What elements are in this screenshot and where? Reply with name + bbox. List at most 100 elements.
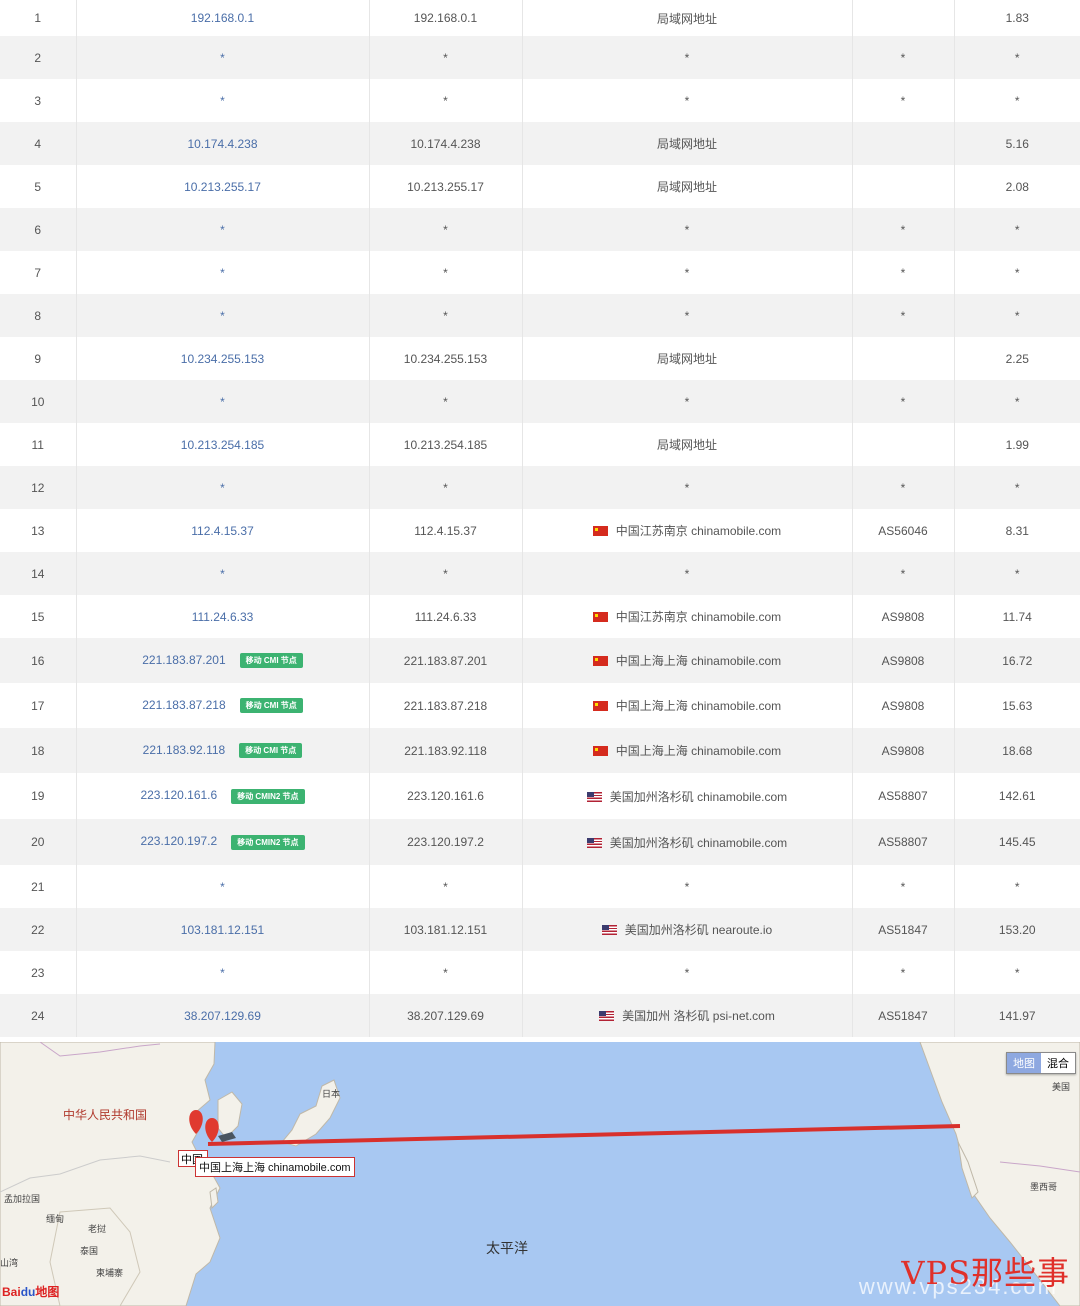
node-badge: 移动 CMIN2 节点 [231,788,305,804]
map-label-cambodia: 柬埔寨 [96,1268,124,1278]
hop-number: 16 [0,638,76,683]
usa-flag-icon [586,837,602,848]
ip-cell: 10.234.255.153 [75,337,369,380]
map-label-pacific: 太平洋 [486,1240,528,1256]
latency-ms: 16.72 [953,638,1080,683]
location-cell: 中国上海上海 chinamobile.com [521,728,852,773]
ip-cell: 112.4.15.37 [75,509,369,552]
ip-link[interactable]: 10.213.255.17 [184,180,261,194]
latency-ms: 145.45 [953,819,1080,865]
location-text: 美国加州洛杉矶 chinamobile.com [609,835,788,850]
location-text: 局域网地址 [656,180,717,194]
location-text: * [684,93,690,108]
table-row: 13 112.4.15.37 112.4.15.37 中国江苏南京 chinamobi… [0,509,1080,552]
table-row: 2 * * * * * [0,36,1080,79]
ip-link[interactable]: 223.120.161.6 [140,788,217,802]
as-number: * [851,951,954,994]
hop-number: 5 [0,165,76,208]
location-cell: 美国加州 洛杉矶 psi-net.com [521,994,852,1037]
hop-number: 22 [0,908,76,951]
location-text: 中国上海上海 chinamobile.com [615,744,782,758]
latency-ms: 153.20 [953,908,1080,951]
hostname: * [368,466,522,509]
ip-link[interactable]: 38.207.129.69 [184,1009,261,1023]
china-flag-icon [592,746,608,756]
map-label-myanmar: 缅甸 [46,1214,65,1224]
hostname: 10.213.255.17 [368,165,522,208]
hostname: 103.181.12.151 [368,908,522,951]
hop-number: 15 [0,595,76,638]
latency-ms: 2.08 [953,165,1080,208]
table-row: 23 * * * * * [0,951,1080,994]
table-row: 14 * * * * * [0,552,1080,595]
china-flag-icon [592,656,608,666]
ip-link[interactable]: 10.174.4.238 [187,137,257,151]
ip-link: * [220,566,225,581]
map-type-hybrid-button[interactable]: 混合 [1041,1053,1075,1073]
location-cell: * [521,208,852,251]
ip-cell: 223.120.161.6 移动 CMIN2 节点 [75,773,369,819]
as-number: * [851,79,954,122]
usa-flag-icon [599,1011,615,1021]
hostname: * [368,380,522,423]
location-text: 局域网地址 [656,137,717,151]
map-label-mexico: 墨西哥 [1030,1182,1058,1192]
as-number [851,165,954,208]
china-flag-icon [592,526,608,536]
hop-number: 2 [0,36,76,79]
as-number: * [851,251,954,294]
ip-link: * [220,50,225,65]
map-tooltip: 中国上海上海 chinamobile.com [195,1157,355,1177]
location-text: 局域网地址 [656,352,717,366]
ip-link: * [220,265,225,280]
location-cell: 局域网地址 [521,423,852,466]
usa-flag-icon [601,925,617,935]
map-type-switch[interactable]: 地图 混合 [1006,1052,1076,1074]
hostname: * [368,552,522,595]
map-label-usa: 美国 [1052,1082,1071,1092]
latency-ms: * [953,36,1080,79]
latency-ms: * [953,79,1080,122]
location-text: * [684,308,690,323]
hop-number: 12 [0,466,76,509]
ip-cell: 192.168.0.1 [75,0,369,36]
latency-ms: 11.74 [953,595,1080,638]
ip-link: * [220,308,225,323]
ip-link[interactable]: 221.183.87.218 [142,698,225,712]
ip-link[interactable]: 223.120.197.2 [140,834,217,848]
ip-link[interactable]: 221.183.92.118 [143,743,226,757]
hop-number: 1 [0,0,76,36]
hop-number: 18 [0,728,76,773]
ip-link[interactable]: 10.234.255.153 [181,352,264,366]
ip-link[interactable]: 192.168.0.1 [191,11,254,25]
location-text: 中国上海上海 chinamobile.com [615,654,782,668]
baidu-map-logo[interactable]: Baidu地图 [2,1283,59,1300]
as-number [851,0,954,36]
as-number: * [851,865,954,908]
as-number: * [851,36,954,79]
ip-cell: * [75,466,369,509]
as-number: AS9808 [851,683,954,728]
ip-link[interactable]: 10.213.254.185 [181,438,264,452]
ip-cell: * [75,208,369,251]
hop-number: 8 [0,294,76,337]
ip-link[interactable]: 111.24.6.33 [192,610,254,624]
ip-link[interactable]: 112.4.15.37 [191,524,254,538]
latency-ms: 8.31 [953,509,1080,552]
table-row: 19 223.120.161.6 移动 CMIN2 节点 223.120.161.6 美… [0,773,1080,819]
ip-link[interactable]: 221.183.87.201 [142,653,225,667]
ip-link[interactable]: 103.181.12.151 [181,923,264,937]
location-cell: 局域网地址 [521,0,852,36]
baidu-logo-du: du [20,1285,36,1299]
location-text: * [684,566,690,581]
ip-cell: * [75,36,369,79]
location-cell: 美国加州洛杉矶 chinamobile.com [521,773,852,819]
location-text: 美国加州 洛杉矶 psi-net.com [622,1009,775,1023]
route-marker[interactable] [205,1118,219,1142]
location-text: 中国江苏南京 chinamobile.com [615,524,782,538]
location-cell: * [521,251,852,294]
hostname: 38.207.129.69 [368,994,522,1037]
route-map[interactable]: 中华人民共和国 日本 太平洋 美国 墨西哥 孟加拉国 缅甸 老挝 泰国 柬埔寨 … [0,1042,1080,1306]
ip-cell: 221.183.87.218 移动 CMI 节点 [75,683,369,728]
map-type-map-button[interactable]: 地图 [1007,1053,1041,1073]
